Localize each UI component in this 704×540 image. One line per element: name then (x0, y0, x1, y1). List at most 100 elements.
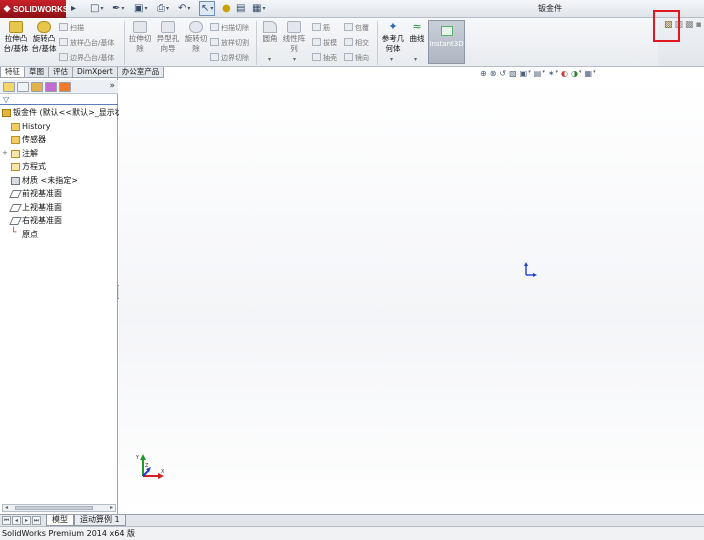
scroll-left-icon[interactable]: ◂ (5, 504, 8, 511)
boundary-cut-icon (210, 53, 219, 61)
tab-evaluate[interactable]: 评估 (48, 67, 73, 78)
fillet-dropdown-icon[interactable]: ▾ (268, 56, 271, 63)
tree-item-label: 右视基准面 (22, 216, 62, 225)
apply-scene-icon[interactable]: ◑ (571, 69, 578, 78)
display-style-icon[interactable]: ▤ (534, 69, 542, 78)
lofted-cut-label: 放样切割 (221, 39, 249, 47)
save-icon[interactable]: ▣ ▾ (134, 1, 147, 16)
curves-label: 曲线 (409, 34, 425, 43)
extruded-cut-button[interactable]: 拉伸切除 (127, 21, 153, 54)
pattern-dropdown-icon[interactable]: ▾ (293, 56, 296, 63)
feature-manager-tab-icon[interactable] (3, 82, 15, 92)
revolved-boss-button[interactable]: 旋转凸台/基体 (31, 21, 57, 54)
scroll-right-icon[interactable]: ▸ (110, 504, 113, 511)
view-settings-icon[interactable]: ▦ (585, 69, 593, 78)
tab-motion-study[interactable]: 运动算例 1 (74, 515, 126, 526)
section-view-icon[interactable]: ▧ (509, 69, 517, 78)
scrollbar-thumb[interactable] (15, 506, 93, 510)
edit-appearance-icon[interactable]: ◐ (561, 69, 568, 78)
next-tab-icon[interactable]: ▸ (22, 516, 31, 525)
linear-pattern-button[interactable]: 线性阵列 (282, 21, 306, 54)
fillet-button[interactable]: 圆角 (259, 21, 281, 44)
view-orientation-icon[interactable]: ▣ (520, 69, 528, 78)
wrap-button[interactable]: 包覆 (344, 22, 369, 34)
new-document-icon[interactable]: □ ▾ (90, 1, 103, 16)
tab-dimxpert[interactable]: DimXpert (72, 67, 118, 78)
expand-tabs-icon[interactable]: » (109, 81, 115, 91)
sweep-icon (59, 23, 68, 31)
tree-item-annotations[interactable]: + 注解 (0, 147, 118, 161)
svg-text:X: X (161, 469, 165, 475)
solidworks-logo[interactable]: ❖ SOLIDWORKS (0, 0, 68, 18)
svg-text:Y: Y (135, 455, 140, 461)
tab-features[interactable]: 特征 (0, 67, 25, 78)
revolved-cut-label: 旋转切除 (184, 34, 208, 53)
tree-filter[interactable]: ▽ (0, 95, 118, 105)
tree-item-top-plane[interactable]: 上视基准面 (0, 201, 118, 215)
configuration-manager-tab-icon[interactable] (31, 82, 43, 92)
tree-root-part[interactable]: 钣金件 (默认<<默认>_显示状 (0, 106, 123, 120)
hole-wizard-button[interactable]: 异型孔向导 (155, 21, 181, 54)
tab-office-products[interactable]: 办公室产品 (116, 67, 165, 78)
loft-icon (59, 38, 68, 46)
lofted-boss-button[interactable]: 放样凸台/基体 (59, 37, 114, 49)
graphics-area[interactable] (119, 78, 704, 514)
curves-button[interactable]: ≈ 曲线 (407, 21, 427, 44)
swept-cut-label: 扫描切除 (221, 24, 249, 32)
hide-show-items-icon[interactable]: ✶ (548, 69, 555, 78)
miter-flange-icon[interactable]: ▪ (696, 20, 702, 30)
tab-sketch[interactable]: 草图 (24, 67, 49, 78)
first-tab-icon[interactable]: ⏮ (2, 516, 11, 525)
extrude-cut-icon (133, 21, 147, 33)
mirror-button[interactable]: 镜向 (344, 52, 369, 64)
boundary-boss-button[interactable]: 边界凸台/基体 (59, 52, 114, 64)
tree-item-material[interactable]: 材质 <未指定> (0, 174, 118, 188)
pane-horizontal-scrollbar[interactable]: ◂ ▸ (2, 504, 116, 512)
file-properties-icon[interactable]: ▤ (236, 1, 245, 16)
reference-geometry-dropdown-icon[interactable]: ▾ (390, 56, 393, 63)
extruded-boss-button[interactable]: 拉伸凸台/基体 (3, 21, 29, 54)
swept-boss-button[interactable]: 扫描 (59, 22, 84, 34)
reference-geometry-button[interactable]: ✦ 参考几何体 (380, 21, 406, 54)
reference-geometry-label: 参考几何体 (381, 34, 405, 53)
tree-item-right-plane[interactable]: 右视基准面 (0, 214, 118, 228)
options-icon[interactable]: ▦ ▾ (252, 1, 265, 16)
dimxpert-manager-tab-icon[interactable] (45, 82, 57, 92)
tree-item-label: 注解 (22, 148, 38, 158)
previous-tab-icon[interactable]: ◂ (12, 516, 21, 525)
expand-icon[interactable]: + (2, 147, 8, 161)
revolved-cut-button[interactable]: 旋转切除 (183, 21, 209, 54)
edge-flange-icon[interactable]: ▩ (685, 20, 694, 30)
tree-item-equations[interactable]: 方程式 (0, 160, 118, 174)
tree-item-front-plane[interactable]: 前视基准面 (0, 187, 118, 201)
intersect-button[interactable]: 相交 (344, 37, 369, 49)
property-manager-tab-icon[interactable] (17, 82, 29, 92)
rebuild-icon[interactable]: ● (222, 1, 231, 16)
display-manager-tab-icon[interactable] (59, 82, 71, 92)
command-manager: 拉伸凸台/基体 旋转凸台/基体 扫描 放样凸台/基体 边界凸台/基体 拉伸切除 … (0, 18, 658, 67)
rib-button[interactable]: 筋 (312, 22, 330, 34)
undo-icon[interactable]: ↶ ▾ (178, 1, 190, 16)
boundary-cut-button[interactable]: 边界切除 (210, 52, 249, 64)
tab-model[interactable]: 模型 (46, 515, 74, 526)
shell-button[interactable]: 抽壳 (312, 52, 337, 64)
open-document-icon[interactable]: ✒ ▾ (112, 1, 124, 16)
tree-item-origin[interactable]: └ 原点 (0, 228, 118, 242)
swept-cut-button[interactable]: 扫描切除 (210, 22, 249, 34)
print-icon[interactable]: ⎙ ▾ (157, 1, 169, 16)
instant3d-button[interactable]: Instant3D (428, 20, 465, 64)
instant3d-label: Instant3D (429, 40, 464, 48)
curves-dropdown-icon[interactable]: ▾ (414, 56, 417, 63)
last-tab-icon[interactable]: ⏭ (32, 516, 41, 525)
tree-item-sensors[interactable]: 传感器 (0, 133, 118, 147)
previous-view-icon[interactable]: ↺ (499, 69, 506, 78)
draft-button[interactable]: 拔模 (312, 37, 337, 49)
plane-icon (9, 190, 22, 198)
lofted-cut-icon (210, 38, 219, 46)
zoom-to-area-icon[interactable]: ⊗ (490, 69, 497, 78)
menu-arrow-icon[interactable]: ▸ (71, 1, 76, 16)
lofted-cut-button[interactable]: 放样切割 (210, 37, 249, 49)
zoom-to-fit-icon[interactable]: ⊕ (480, 69, 487, 78)
tree-item-history[interactable]: History (0, 120, 118, 134)
select-pointer-icon[interactable]: ↖ ▾ (199, 1, 216, 16)
